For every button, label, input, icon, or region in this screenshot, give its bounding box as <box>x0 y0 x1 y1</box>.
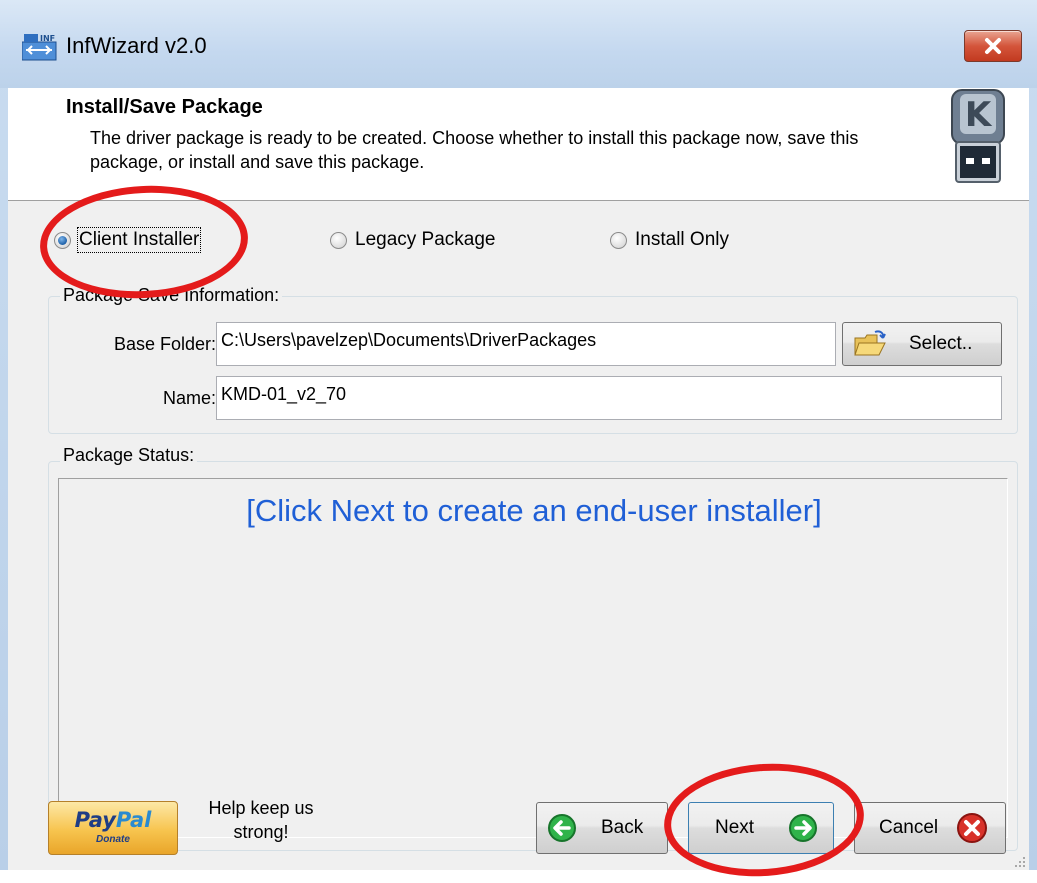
svg-text:INF: INF <box>40 34 55 43</box>
package-name-input[interactable]: KMD-01_v2_70 <box>216 376 1002 420</box>
radio-install-only-dot[interactable] <box>610 231 627 249</box>
open-folder-icon <box>854 330 886 356</box>
next-button[interactable]: Next <box>688 802 834 854</box>
cancel-button-label: Cancel <box>879 817 939 838</box>
page-title: Install/Save Package <box>66 96 263 118</box>
resize-grip-icon[interactable] <box>1014 856 1026 868</box>
status-message: [Click Next to create an end-user instal… <box>246 493 822 528</box>
wizard-client-area: Install/Save Package The driver package … <box>8 88 1029 870</box>
cancel-x-icon <box>957 813 988 843</box>
cancel-button[interactable]: Cancel <box>854 802 1006 854</box>
close-icon <box>985 38 1001 54</box>
back-button[interactable]: Back <box>536 802 668 854</box>
window-title: InfWizard v2.0 <box>66 33 207 58</box>
select-folder-button[interactable]: Select.. <box>842 322 1002 366</box>
radio-client-installer[interactable]: Client Installer <box>54 227 202 253</box>
back-arrow-icon <box>548 814 576 842</box>
paypal-logo: PayPal <box>74 808 152 832</box>
radio-legacy-package-label[interactable]: Legacy Package <box>355 229 496 251</box>
usb-driver-icon: INF <box>22 34 57 61</box>
package-status-box: [Click Next to create an end-user instal… <box>58 478 1008 838</box>
base-folder-input[interactable]: C:\Users\pavelzep\Documents\DriverPackag… <box>216 322 836 366</box>
svg-text:K: K <box>965 95 993 135</box>
title-bar[interactable]: INF InfWizard v2.0 <box>0 0 1037 88</box>
base-folder-label: Base Folder: <box>113 334 216 354</box>
package-status-legend: Package Status: <box>60 445 198 466</box>
close-button[interactable] <box>964 30 1022 62</box>
page-description: The driver package is ready to be create… <box>90 128 859 172</box>
radio-legacy-package-dot[interactable] <box>330 231 347 249</box>
infwizard-window: INF InfWizard v2.0 Install/Save Package … <box>0 0 1037 870</box>
package-save-legend: Package Save Information: <box>60 285 283 306</box>
radio-legacy-package[interactable]: Legacy Package <box>330 229 496 251</box>
next-arrow-icon <box>789 814 818 842</box>
paypal-donate-button[interactable]: PayPal Donate <box>48 801 178 855</box>
radio-install-only-label[interactable]: Install Only <box>635 229 729 251</box>
radio-client-installer-label[interactable]: Client Installer <box>76 227 202 253</box>
next-button-label: Next <box>715 817 755 838</box>
paypal-donate-label: Donate <box>96 834 130 845</box>
name-label: Name: <box>162 388 216 408</box>
radio-install-only[interactable]: Install Only <box>610 229 729 251</box>
back-button-label: Back <box>601 817 644 838</box>
usb-k-drive-icon: K <box>951 89 1005 183</box>
select-button-label: Select.. <box>909 333 973 354</box>
wizard-header: Install/Save Package The driver package … <box>8 88 1029 201</box>
radio-client-installer-dot[interactable] <box>54 231 71 249</box>
help-keep-us-strong-text: Help keep us strong! <box>208 798 314 842</box>
